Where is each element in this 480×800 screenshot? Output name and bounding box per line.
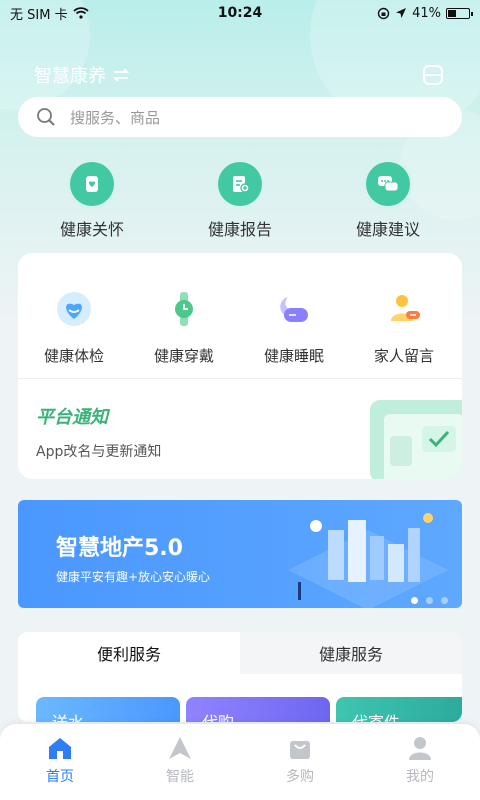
battery-percent: 41% bbox=[412, 5, 441, 21]
promo-banner[interactable]: 智慧地产5.0 健康平安有趣+放心安心暖心 bbox=[18, 500, 462, 608]
bottom-nav: 首页 智能 多购 我的 bbox=[0, 724, 480, 800]
service-wearable[interactable]: 健康穿戴 bbox=[136, 289, 232, 366]
app-switcher[interactable]: 智慧康养 bbox=[34, 62, 130, 88]
service-label: 健康睡眠 bbox=[263, 347, 324, 365]
location-icon bbox=[396, 8, 407, 18]
rotation-lock-icon bbox=[377, 7, 390, 19]
report-icon bbox=[218, 162, 262, 206]
navigate-icon bbox=[169, 737, 191, 759]
tab-health[interactable]: 健康服务 bbox=[240, 632, 462, 674]
nav-label: 多购 bbox=[286, 769, 314, 785]
quick-action-label: 健康关怀 bbox=[59, 220, 124, 239]
carousel-indicator bbox=[411, 597, 448, 604]
service-label: 健康穿戴 bbox=[153, 347, 214, 365]
carrier-text: 无 SIM 卡 bbox=[10, 7, 68, 23]
battery-icon bbox=[446, 7, 473, 19]
notice-illustration bbox=[370, 400, 462, 479]
nav-home[interactable]: 首页 bbox=[0, 724, 120, 800]
quick-action-label: 健康报告 bbox=[207, 220, 272, 239]
notice-title[interactable]: 平台通知 bbox=[36, 403, 108, 429]
service-label: 健康体检 bbox=[43, 347, 104, 365]
chat-icon bbox=[366, 162, 410, 206]
heart-check-icon bbox=[57, 292, 91, 326]
tab-convenience[interactable]: 便利服务 bbox=[18, 632, 240, 674]
service-label: 家人留言 bbox=[373, 347, 434, 365]
quick-action-advice[interactable]: 健康建议 bbox=[333, 162, 443, 240]
mini-card-water[interactable]: 送水 bbox=[36, 697, 180, 722]
user-icon bbox=[409, 737, 431, 760]
search-icon bbox=[37, 108, 55, 126]
mini-card-shopping[interactable]: 代购 bbox=[186, 697, 330, 722]
nav-label: 首页 bbox=[46, 769, 74, 785]
nav-profile[interactable]: 我的 bbox=[360, 724, 480, 800]
banner-subtitle: 健康平安有趣+放心安心暖心 bbox=[56, 570, 211, 584]
banner-title: 智慧地产5.0 bbox=[56, 536, 183, 561]
service-family-message[interactable]: 家人留言 bbox=[356, 289, 452, 366]
sleep-icon bbox=[280, 297, 308, 322]
service-health-check[interactable]: 健康体检 bbox=[26, 289, 122, 366]
home-icon bbox=[49, 738, 71, 759]
search-bar[interactable]: 搜服务、商品 bbox=[18, 97, 462, 137]
notice-subtitle[interactable]: App改名与更新通知 bbox=[36, 441, 161, 461]
quick-action-label: 健康建议 bbox=[355, 220, 420, 239]
app-header: 智慧康养 bbox=[34, 62, 444, 88]
carousel-dot[interactable] bbox=[411, 597, 418, 604]
watch-icon bbox=[175, 292, 193, 326]
bag-icon bbox=[290, 741, 310, 759]
quick-action-report[interactable]: 健康报告 bbox=[185, 162, 295, 240]
divider bbox=[18, 378, 462, 379]
carousel-dot[interactable] bbox=[441, 597, 448, 604]
mini-card-label: 送水 bbox=[52, 713, 84, 722]
nav-label: 智能 bbox=[166, 769, 194, 785]
city-illustration bbox=[288, 513, 448, 608]
mini-card-courier[interactable]: 代寄件 bbox=[336, 697, 462, 722]
nav-shop[interactable]: 多购 bbox=[240, 724, 360, 800]
search-placeholder: 搜服务、商品 bbox=[70, 108, 161, 127]
status-bar: 无 SIM 卡 10:24 41% bbox=[0, 0, 480, 26]
services-card: 健康体检 健康穿戴 健康睡眠 家人留言 平台通知 App改名与更新通知 bbox=[18, 253, 462, 479]
nav-smart[interactable]: 智能 bbox=[120, 724, 240, 800]
scan-menu-icon[interactable] bbox=[422, 64, 444, 86]
service-tabs: 便利服务 健康服务 送水 代购 代寄件 bbox=[18, 632, 462, 722]
app-title: 智慧康养 bbox=[34, 66, 106, 87]
switch-arrows-icon bbox=[112, 68, 130, 82]
mini-card-label: 代寄件 bbox=[352, 713, 400, 722]
wifi-icon bbox=[72, 7, 89, 19]
carousel-dot[interactable] bbox=[426, 597, 433, 604]
service-sleep[interactable]: 健康睡眠 bbox=[246, 289, 342, 366]
mini-card-label: 代购 bbox=[202, 713, 234, 722]
nav-label: 我的 bbox=[406, 769, 434, 785]
heart-care-icon bbox=[70, 162, 114, 206]
quick-action-care[interactable]: 健康关怀 bbox=[37, 162, 147, 240]
message-user-icon bbox=[391, 295, 420, 321]
